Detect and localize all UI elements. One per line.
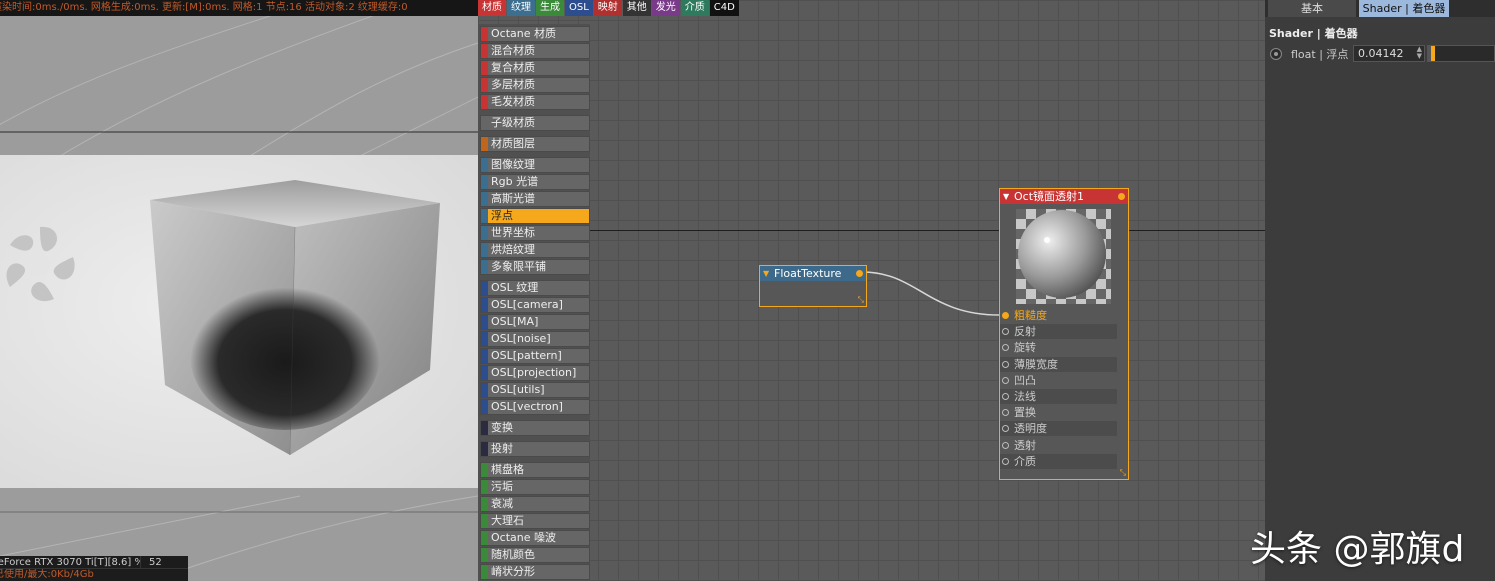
- material-input-pin[interactable]: 旋转: [1000, 340, 1117, 355]
- resize-handle-icon[interactable]: ⤡: [1120, 468, 1126, 478]
- pin-label: 法线: [1014, 390, 1036, 403]
- render-region: [0, 155, 478, 488]
- pin-label: 透射: [1014, 438, 1036, 452]
- input-port-icon[interactable]: [1002, 393, 1009, 400]
- pin-label: 凹凸: [1014, 373, 1036, 387]
- node-editor[interactable]: 材质 纹理 生成 OSL 映射 其他 发光 介质 C4D Octane 材质 混合材质 复合材质 多层…: [478, 0, 1265, 581]
- input-port-icon[interactable]: [1002, 409, 1009, 417]
- memory-usage-text: 已使用/最大:0Kb/4Gb: [0, 569, 94, 580]
- material-node-title: Oct镜面透射1: [1014, 190, 1085, 203]
- input-port-icon[interactable]: [1002, 441, 1009, 449]
- watermark: 头条 @郭旗d: [1250, 529, 1465, 570]
- collapse-triangle-icon[interactable]: ▼: [1003, 189, 1009, 204]
- pin-label: 薄膜宽度: [1014, 357, 1058, 371]
- input-port-icon[interactable]: [1002, 376, 1009, 384]
- render-viewport[interactable]: 渲染时间:0ms./0ms. 网格生成:0ms. 更新:[M]:0ms. 网格:…: [0, 0, 478, 581]
- float-parameter-label: float | 浮点: [1291, 48, 1349, 61]
- rendered-cube-image: [0, 155, 478, 488]
- animate-radio-icon[interactable]: [1270, 48, 1282, 60]
- gpu-temperature: 52: [140, 556, 162, 568]
- render-status-text: 渲染时间:0ms./0ms. 网格生成:0ms. 更新:[M]:0ms. 网格:…: [0, 2, 408, 13]
- tab-basic[interactable]: 基本: [1268, 0, 1356, 17]
- float-texture-node-title: FloatTexture: [774, 267, 842, 280]
- float-texture-node-header[interactable]: ▼ FloatTexture: [760, 266, 866, 281]
- resize-handle-icon[interactable]: ⤡: [858, 295, 864, 305]
- gpu-name-text: GeForce RTX 3070 Ti[T][8.6] %9: [0, 557, 140, 568]
- tab-shader[interactable]: Shader | 着色器: [1359, 0, 1449, 17]
- gpu-info-panel: GeForce RTX 3070 Ti[T][8.6] %9 52 已使用/最大…: [0, 556, 188, 581]
- slider-knob[interactable]: [1430, 46, 1435, 61]
- input-port-icon[interactable]: [1002, 328, 1009, 336]
- node-connection-wire: [861, 271, 1003, 316]
- input-port-icon[interactable]: [1002, 312, 1009, 319]
- input-port-icon[interactable]: [1002, 360, 1009, 368]
- material-node[interactable]: ▼ Oct镜面透射1 粗糙度 反射 旋转 薄膜宽度 凹凸 法线 置换 透明度 透…: [999, 188, 1129, 480]
- float-value-slider[interactable]: [1427, 45, 1495, 62]
- float-texture-node[interactable]: ▼ FloatTexture ⤡: [759, 265, 867, 307]
- material-input-pin[interactable]: 薄膜宽度: [1000, 356, 1117, 372]
- attribute-tabs: 基本 Shader | 着色器: [1265, 0, 1495, 17]
- app-window: 渲染时间:0ms./0ms. 网格生成:0ms. 更新:[M]:0ms. 网格:…: [0, 0, 1495, 581]
- input-port-icon[interactable]: [1002, 344, 1009, 352]
- material-input-pin[interactable]: 置换: [1000, 405, 1117, 420]
- material-input-pin[interactable]: 透明度: [1000, 421, 1117, 437]
- material-input-pin[interactable]: 介质: [1000, 453, 1117, 469]
- collapse-triangle-icon[interactable]: ▼: [763, 266, 769, 281]
- attribute-panel: 基本 Shader | 着色器 Shader | 着色器 float | 浮点 …: [1265, 0, 1495, 581]
- pin-label: 旋转: [1014, 341, 1036, 355]
- input-port-icon[interactable]: [1002, 457, 1009, 465]
- material-preview-sphere: [1016, 209, 1111, 304]
- material-input-pin[interactable]: 法线: [1000, 389, 1117, 404]
- pin-label: 透明度: [1014, 422, 1047, 436]
- material-node-header[interactable]: ▼ Oct镜面透射1: [1000, 189, 1128, 204]
- material-input-pin[interactable]: 凹凸: [1000, 373, 1117, 388]
- output-port-icon[interactable]: [856, 270, 863, 277]
- float-value-text: 0.04142: [1358, 47, 1404, 60]
- output-port-icon[interactable]: [1118, 193, 1125, 200]
- material-input-pin[interactable]: 粗糙度: [1000, 308, 1117, 323]
- pin-label: 置换: [1014, 406, 1036, 420]
- float-value-input[interactable]: 0.04142 ▲ ▼: [1353, 45, 1425, 62]
- pin-label: 介质: [1014, 454, 1036, 468]
- pin-label: 反射: [1014, 325, 1036, 339]
- input-port-icon[interactable]: [1002, 425, 1009, 433]
- pin-label: 粗糙度: [1014, 309, 1047, 322]
- spinner-arrows-icon[interactable]: ▲ ▼: [1417, 46, 1422, 60]
- material-input-pin[interactable]: 透射: [1000, 438, 1117, 453]
- material-input-pin[interactable]: 反射: [1000, 324, 1117, 340]
- float-parameter-row: float | 浮点 0.04142 ▲ ▼: [1265, 45, 1495, 63]
- section-title: Shader | 着色器: [1269, 27, 1358, 40]
- render-status-bar: 渲染时间:0ms./0ms. 网格生成:0ms. 更新:[M]:0ms. 网格:…: [0, 0, 478, 16]
